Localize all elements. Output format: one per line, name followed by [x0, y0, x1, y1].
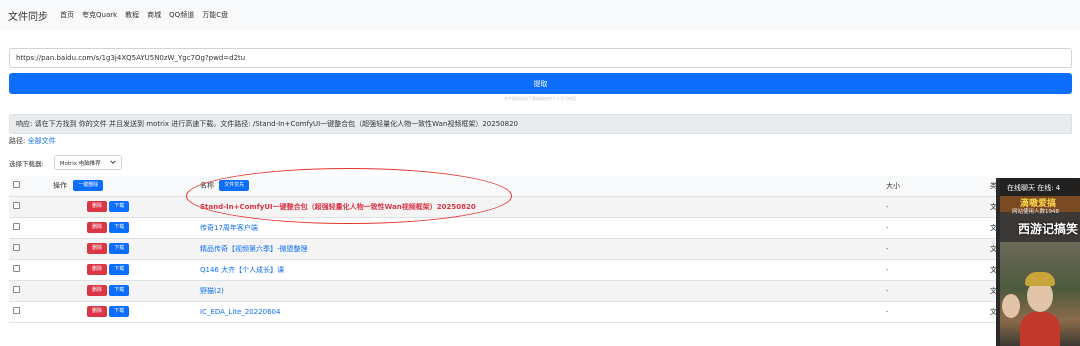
table-header-row: 操作 一键删除 名称 文件优先 大小 类 — [9, 176, 1072, 197]
row-checkbox[interactable] — [13, 307, 20, 314]
row-download-button[interactable]: 下载 — [109, 201, 130, 212]
nav-link-qq-channel[interactable]: QQ频道 — [169, 10, 194, 20]
path-label: 路径: — [9, 137, 26, 145]
table-row: 删除 下载 精品传奇【视频第六季】-微盟整理 - 文 — [9, 238, 1072, 260]
file-size: - — [886, 202, 889, 211]
row-delete-button[interactable]: 删除 — [87, 201, 108, 212]
chevron-down-icon — [109, 159, 116, 167]
downloader-row: 选择下载器: Motrix 电脑推荐 — [9, 155, 122, 170]
nav-link-home[interactable]: 首页 — [60, 10, 74, 20]
live-sub-text: 网站使用人数1948 — [1012, 209, 1059, 215]
row-download-button[interactable]: 下载 — [109, 243, 130, 254]
downloader-select[interactable]: Motrix 电脑推荐 — [53, 155, 122, 170]
row-download-button[interactable]: 下载 — [109, 285, 130, 296]
nav-link-cdrive[interactable]: 万能C盘 — [202, 10, 228, 20]
breadcrumb: 路径: 全部文件 — [9, 136, 56, 146]
annotation-ellipse — [186, 168, 512, 224]
delete-all-button[interactable]: 一键删除 — [73, 180, 104, 192]
extract-button[interactable]: 提取 — [9, 73, 1072, 94]
row-delete-button[interactable]: 删除 — [87, 306, 108, 317]
breadcrumb-all-files[interactable]: 全部文件 — [28, 137, 56, 145]
table-row: 删除 下载 Q146 大齐【个人成长】课 - 文 — [9, 259, 1072, 281]
file-size: - — [886, 307, 889, 316]
nav-link-tutorial[interactable]: 教程 — [125, 10, 139, 20]
table-row: 删除 下载 传奇17周年客户端 - 文 — [9, 217, 1072, 239]
file-table: 操作 一键删除 名称 文件优先 大小 类 删除 下载 Stand-In+Comf… — [9, 176, 1072, 323]
file-name-link[interactable]: IC_EDA_Lite_20220604 — [200, 308, 280, 316]
header-size[interactable]: 大小 — [886, 182, 900, 190]
file-size: - — [886, 244, 889, 253]
file-size: - — [886, 265, 889, 274]
file-size: - — [886, 223, 889, 232]
row-download-button[interactable]: 下载 — [109, 306, 130, 317]
top-navbar: 文件同步 首页 夸克Quark 教程 商城 QQ频道 万能C盘 — [0, 0, 1080, 30]
live-chat-header[interactable]: 在线聊天 在线: 4 — [1000, 178, 1080, 198]
nav-link-quark[interactable]: 夸克Quark — [82, 10, 117, 20]
video-thumbnail[interactable] — [1000, 242, 1080, 346]
figure-face-left — [1002, 294, 1020, 318]
table-row: 删除 下载 野猫(2) - 文 — [9, 280, 1072, 302]
row-download-button[interactable]: 下载 — [109, 222, 130, 233]
header-action: 操作 — [53, 181, 67, 190]
response-text: 响应: 请在下方找到 你的文件 并且发送到 motrix 进行高速下载。文件路径… — [16, 120, 518, 128]
extract-hint: 文件提取后的下载链接仅供个人学习使用 — [504, 96, 576, 101]
row-delete-button[interactable]: 删除 — [87, 243, 108, 254]
file-name-link[interactable]: 传奇17周年客户端 — [200, 224, 258, 232]
file-name-link[interactable]: 野猫(2) — [200, 287, 224, 295]
row-delete-button[interactable]: 删除 — [87, 285, 108, 296]
row-download-button[interactable]: 下载 — [109, 264, 130, 275]
figure-robe — [1020, 312, 1060, 346]
row-checkbox[interactable] — [13, 244, 20, 251]
row-delete-button[interactable]: 删除 — [87, 222, 108, 233]
select-all-checkbox[interactable] — [13, 181, 20, 189]
brand-title[interactable]: 文件同步 — [8, 8, 48, 23]
nav-links: 首页 夸克Quark 教程 商城 QQ频道 万能C盘 — [60, 10, 228, 20]
row-delete-button[interactable]: 删除 — [87, 264, 108, 275]
row-checkbox[interactable] — [13, 286, 20, 293]
row-checkbox[interactable] — [13, 265, 20, 272]
share-url-input[interactable] — [9, 48, 1072, 68]
downloader-selected: Motrix 电脑推荐 — [59, 160, 101, 167]
table-row: 删除 下载 IC_EDA_Lite_20220604 - 文 — [9, 301, 1072, 323]
figure-hat — [1025, 272, 1055, 286]
file-name-link[interactable]: Q146 大齐【个人成长】课 — [200, 266, 284, 274]
row-checkbox[interactable] — [13, 223, 20, 230]
nav-link-shop[interactable]: 商城 — [147, 10, 161, 20]
live-video-title: 西游记搞笑 — [1018, 222, 1079, 236]
file-size: - — [886, 286, 889, 295]
file-name-link[interactable]: 精品传奇【视频第六季】-微盟整理 — [200, 245, 308, 253]
row-checkbox[interactable] — [13, 202, 20, 209]
live-chat-widget[interactable]: 在线聊天 在线: 4 滴嗷爱搞 网站使用人数1948 西游记搞笑 — [1000, 178, 1080, 346]
downloader-label: 选择下载器: — [9, 159, 44, 168]
table-row: 删除 下载 Stand-In+ComfyUI一键整合包（超强轻量化人物一致性Wa… — [9, 196, 1072, 218]
response-alert: 响应: 请在下方找到 你的文件 并且发送到 motrix 进行高速下载。文件路径… — [9, 114, 1072, 134]
